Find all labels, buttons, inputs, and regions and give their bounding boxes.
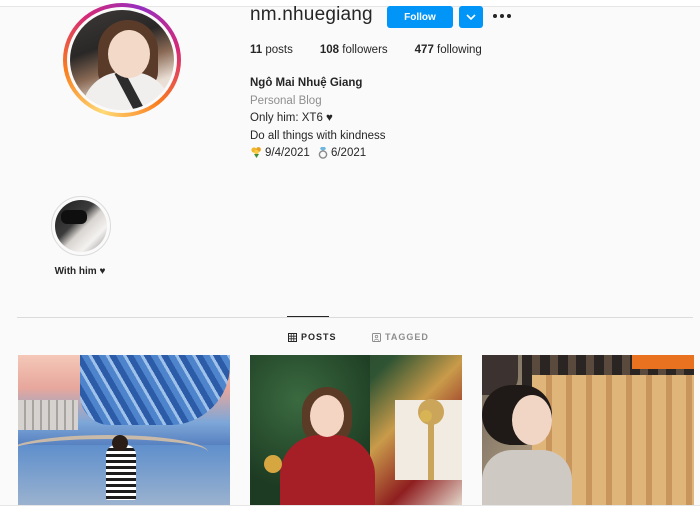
grid-icon: [288, 332, 297, 342]
avatar-photo: [70, 10, 174, 110]
chevron-down-icon: [466, 14, 476, 20]
dot-icon: [507, 14, 511, 18]
full-name: Ngô Mai Nhuệ Giang: [250, 77, 363, 89]
highlight-cover: [55, 200, 107, 252]
tab-posts[interactable]: POSTS: [288, 332, 337, 342]
highlight-label: With him ♥: [54, 266, 106, 277]
profile-avatar[interactable]: [63, 3, 181, 117]
profile-stats: 11 posts 108 followers 477 following: [250, 44, 482, 56]
posts-stat: 11 posts: [250, 44, 293, 56]
followers-stat[interactable]: 108 followers: [320, 44, 388, 56]
dot-icon: [500, 14, 504, 18]
bio-dates: 9/4/2021 6/2021: [250, 145, 386, 163]
post-thumbnail[interactable]: [482, 355, 694, 505]
more-options-button[interactable]: [493, 6, 511, 26]
follow-button[interactable]: Follow: [387, 6, 453, 28]
ring-icon: [318, 147, 328, 160]
tag-icon: [372, 332, 381, 342]
story-highlight[interactable]: [51, 196, 111, 256]
tabs-divider: [17, 317, 693, 318]
following-stat[interactable]: 477 following: [415, 44, 482, 56]
tab-tagged[interactable]: TAGGED: [372, 332, 429, 342]
profile-category: Personal Blog: [250, 94, 322, 107]
active-tab-indicator: [287, 316, 329, 317]
bio-line-2: Do all things with kindness: [250, 129, 386, 142]
bouquet-icon: [251, 147, 261, 159]
dot-icon: [493, 14, 497, 18]
profile-bio: Ngô Mai Nhuệ Giang Personal Blog Only hi…: [250, 75, 386, 163]
profile-username: nm.nhuegiang: [250, 4, 373, 25]
post-thumbnail[interactable]: [250, 355, 462, 505]
post-thumbnail[interactable]: [18, 355, 230, 505]
suggested-accounts-button[interactable]: [459, 6, 483, 28]
bio-line-1: Only him: XT6 ♥: [250, 112, 333, 124]
